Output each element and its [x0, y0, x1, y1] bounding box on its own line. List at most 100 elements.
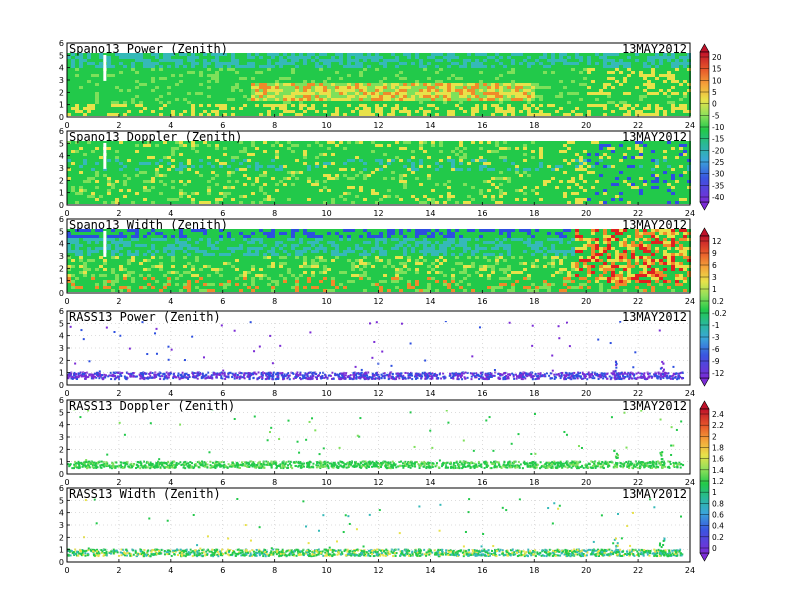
heatmap-cell — [367, 201, 371, 204]
heatmap-cell — [295, 86, 299, 89]
heatmap-cell — [251, 77, 255, 80]
heatmap-cell — [491, 86, 495, 89]
heatmap-cell — [487, 68, 491, 71]
heatmap-cell — [555, 71, 559, 74]
heatmap-cell — [343, 53, 347, 56]
heatmap-cell — [615, 95, 619, 98]
heatmap-cell — [395, 80, 399, 83]
heatmap-cell — [563, 107, 567, 110]
heatmap-cell — [423, 56, 427, 59]
heatmap-cell — [439, 56, 443, 59]
heatmap-cell — [167, 168, 171, 171]
heatmap-cell — [383, 183, 387, 186]
heatmap-cell — [531, 77, 535, 80]
heatmap-cell — [119, 113, 123, 116]
heatmap-cell — [399, 110, 403, 113]
heatmap-cell — [683, 83, 687, 86]
heatmap-cell — [83, 77, 87, 80]
heatmap-cell — [339, 156, 343, 159]
heatmap-cell — [615, 74, 619, 77]
heatmap-cell — [415, 92, 419, 95]
heatmap-cell — [363, 177, 367, 180]
heatmap-cell — [239, 150, 243, 153]
heatmap-cell — [267, 65, 271, 68]
heatmap-cell — [83, 180, 87, 183]
heatmap-cell — [151, 92, 155, 95]
heatmap-cell — [255, 168, 259, 171]
heatmap-cell — [579, 92, 583, 95]
heatmap-cell — [159, 80, 163, 83]
heatmap-cell — [643, 74, 647, 77]
heatmap-cell — [119, 159, 123, 162]
heatmap-cell — [127, 201, 131, 204]
heatmap-cell — [483, 95, 487, 98]
heatmap-cell — [451, 89, 455, 92]
heatmap-cell — [243, 141, 247, 144]
heatmap-cell — [291, 159, 295, 162]
heatmap-cell — [283, 59, 287, 62]
heatmap-cell — [347, 56, 351, 59]
heatmap-cell — [259, 165, 263, 168]
heatmap-cell — [551, 68, 555, 71]
heatmap-cell — [287, 77, 291, 80]
heatmap-cell — [207, 168, 211, 171]
heatmap-cell — [259, 144, 263, 147]
heatmap-cell — [83, 156, 87, 159]
heatmap-cell — [203, 86, 207, 89]
heatmap-cell — [351, 65, 355, 68]
heatmap-cell — [299, 107, 303, 110]
heatmap-cell — [103, 180, 107, 183]
heatmap-cell — [363, 192, 367, 195]
heatmap-cell — [415, 68, 419, 71]
heatmap-cell — [335, 89, 339, 92]
heatmap-cell — [303, 150, 307, 153]
heatmap-cell — [375, 180, 379, 183]
heatmap-cell — [519, 110, 523, 113]
heatmap-cell — [291, 141, 295, 144]
heatmap-cell — [91, 71, 95, 74]
heatmap-cell — [183, 174, 187, 177]
heatmap-cell — [251, 110, 255, 113]
heatmap-cell — [91, 65, 95, 68]
heatmap-cell — [139, 86, 143, 89]
heatmap-cell — [331, 89, 335, 92]
heatmap-cell — [379, 189, 383, 192]
heatmap-cell — [183, 89, 187, 92]
heatmap-cell — [631, 56, 635, 59]
heatmap-cell — [543, 110, 547, 113]
heatmap-cell — [611, 107, 615, 110]
heatmap-cell — [231, 56, 235, 59]
heatmap-cell — [135, 80, 139, 83]
heatmap-cell — [375, 71, 379, 74]
heatmap-cell — [219, 71, 223, 74]
heatmap-cell — [235, 168, 239, 171]
heatmap-cell — [595, 65, 599, 68]
heatmap-cell — [571, 53, 575, 56]
heatmap-cell — [559, 86, 563, 89]
heatmap-cell — [307, 177, 311, 180]
heatmap-cell — [655, 92, 659, 95]
heatmap-cell — [351, 177, 355, 180]
heatmap-cell — [147, 113, 151, 116]
heatmap-cell — [271, 104, 275, 107]
heatmap-cell — [323, 141, 327, 144]
heatmap-cell — [179, 62, 183, 65]
heatmap-cell — [71, 59, 75, 62]
heatmap-cell — [75, 159, 79, 162]
heatmap-cell — [143, 56, 147, 59]
heatmap-cell — [175, 192, 179, 195]
heatmap-cell — [515, 68, 519, 71]
heatmap-cell — [239, 195, 243, 198]
heatmap-cell — [91, 156, 95, 159]
heatmap-cell — [427, 59, 431, 62]
heatmap-cell — [159, 159, 163, 162]
heatmap-cell — [259, 77, 263, 80]
heatmap-cell — [307, 110, 311, 113]
heatmap-cell — [315, 144, 319, 147]
heatmap-cell — [267, 153, 271, 156]
heatmap-cell — [175, 68, 179, 71]
heatmap-cell — [235, 156, 239, 159]
heatmap-cell — [439, 59, 443, 62]
heatmap-cell — [231, 147, 235, 150]
heatmap-cell — [463, 77, 467, 80]
